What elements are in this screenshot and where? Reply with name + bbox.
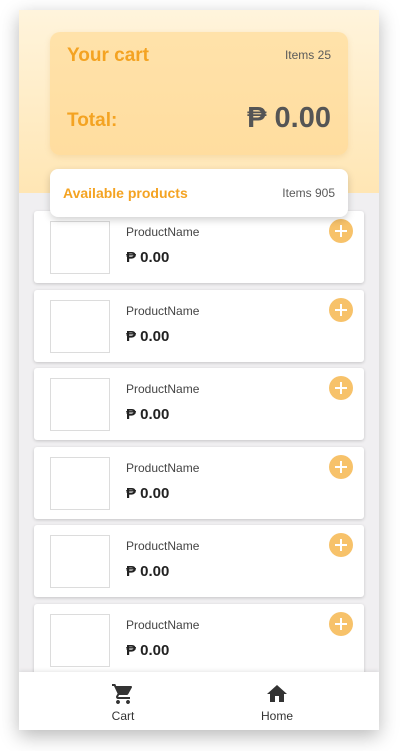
product-name: ProductName [126, 618, 200, 632]
available-products-count: Items 905 [282, 186, 335, 200]
product-name: ProductName [126, 539, 200, 553]
product-image [50, 614, 110, 667]
product-card[interactable]: ProductName ₱ 0.00 [34, 211, 364, 283]
product-price: ₱ 0.00 [126, 485, 170, 502]
product-image [50, 457, 110, 510]
add-to-cart-button[interactable] [329, 219, 353, 243]
product-image [50, 378, 110, 431]
product-price: ₱ 0.00 [126, 563, 170, 580]
add-to-cart-button[interactable] [329, 455, 353, 479]
product-image [50, 535, 110, 588]
cart-item-count: Items 25 [284, 48, 331, 62]
available-products-title: Available products [63, 185, 188, 201]
total-label: Total: [67, 110, 118, 131]
product-name: ProductName [126, 382, 200, 396]
product-price: ₱ 0.00 [126, 249, 170, 266]
nav-home[interactable]: Home [187, 672, 367, 730]
product-card[interactable]: ProductName ₱ 0.00 [34, 604, 364, 676]
nav-cart-label: Cart [111, 709, 135, 723]
product-name: ProductName [126, 461, 200, 475]
add-to-cart-button[interactable] [329, 298, 353, 322]
product-card[interactable]: ProductName ₱ 0.00 [34, 447, 364, 519]
product-price: ₱ 0.00 [126, 406, 170, 423]
add-to-cart-button[interactable] [329, 376, 353, 400]
available-products-header: Available products Items 905 [50, 169, 348, 217]
add-to-cart-button[interactable] [329, 533, 353, 557]
product-card[interactable]: ProductName ₱ 0.00 [34, 290, 364, 362]
product-price: ₱ 0.00 [126, 328, 170, 345]
cart-icon [112, 684, 133, 704]
nav-cart[interactable]: Cart [33, 672, 213, 730]
header-background: Your cart Items 25 Total: ₱ 0.00 [19, 10, 379, 193]
product-name: ProductName [126, 225, 200, 239]
home-icon [267, 685, 287, 702]
product-image [50, 300, 110, 353]
total-value: ₱ 0.00 [247, 102, 331, 134]
add-to-cart-button[interactable] [329, 612, 353, 636]
app-screen: Your cart Items 25 Total: ₱ 0.00 Availab… [19, 10, 379, 730]
product-card[interactable]: ProductName ₱ 0.00 [34, 525, 364, 597]
bottom-navigation: Cart Home [19, 672, 379, 730]
product-card[interactable]: ProductName ₱ 0.00 [34, 368, 364, 440]
nav-home-label: Home [260, 709, 293, 723]
cart-title: Your cart [67, 45, 150, 66]
cart-summary-card[interactable]: Your cart Items 25 Total: ₱ 0.00 [50, 32, 348, 155]
product-name: ProductName [126, 304, 200, 318]
product-image [50, 221, 110, 274]
product-price: ₱ 0.00 [126, 642, 170, 659]
